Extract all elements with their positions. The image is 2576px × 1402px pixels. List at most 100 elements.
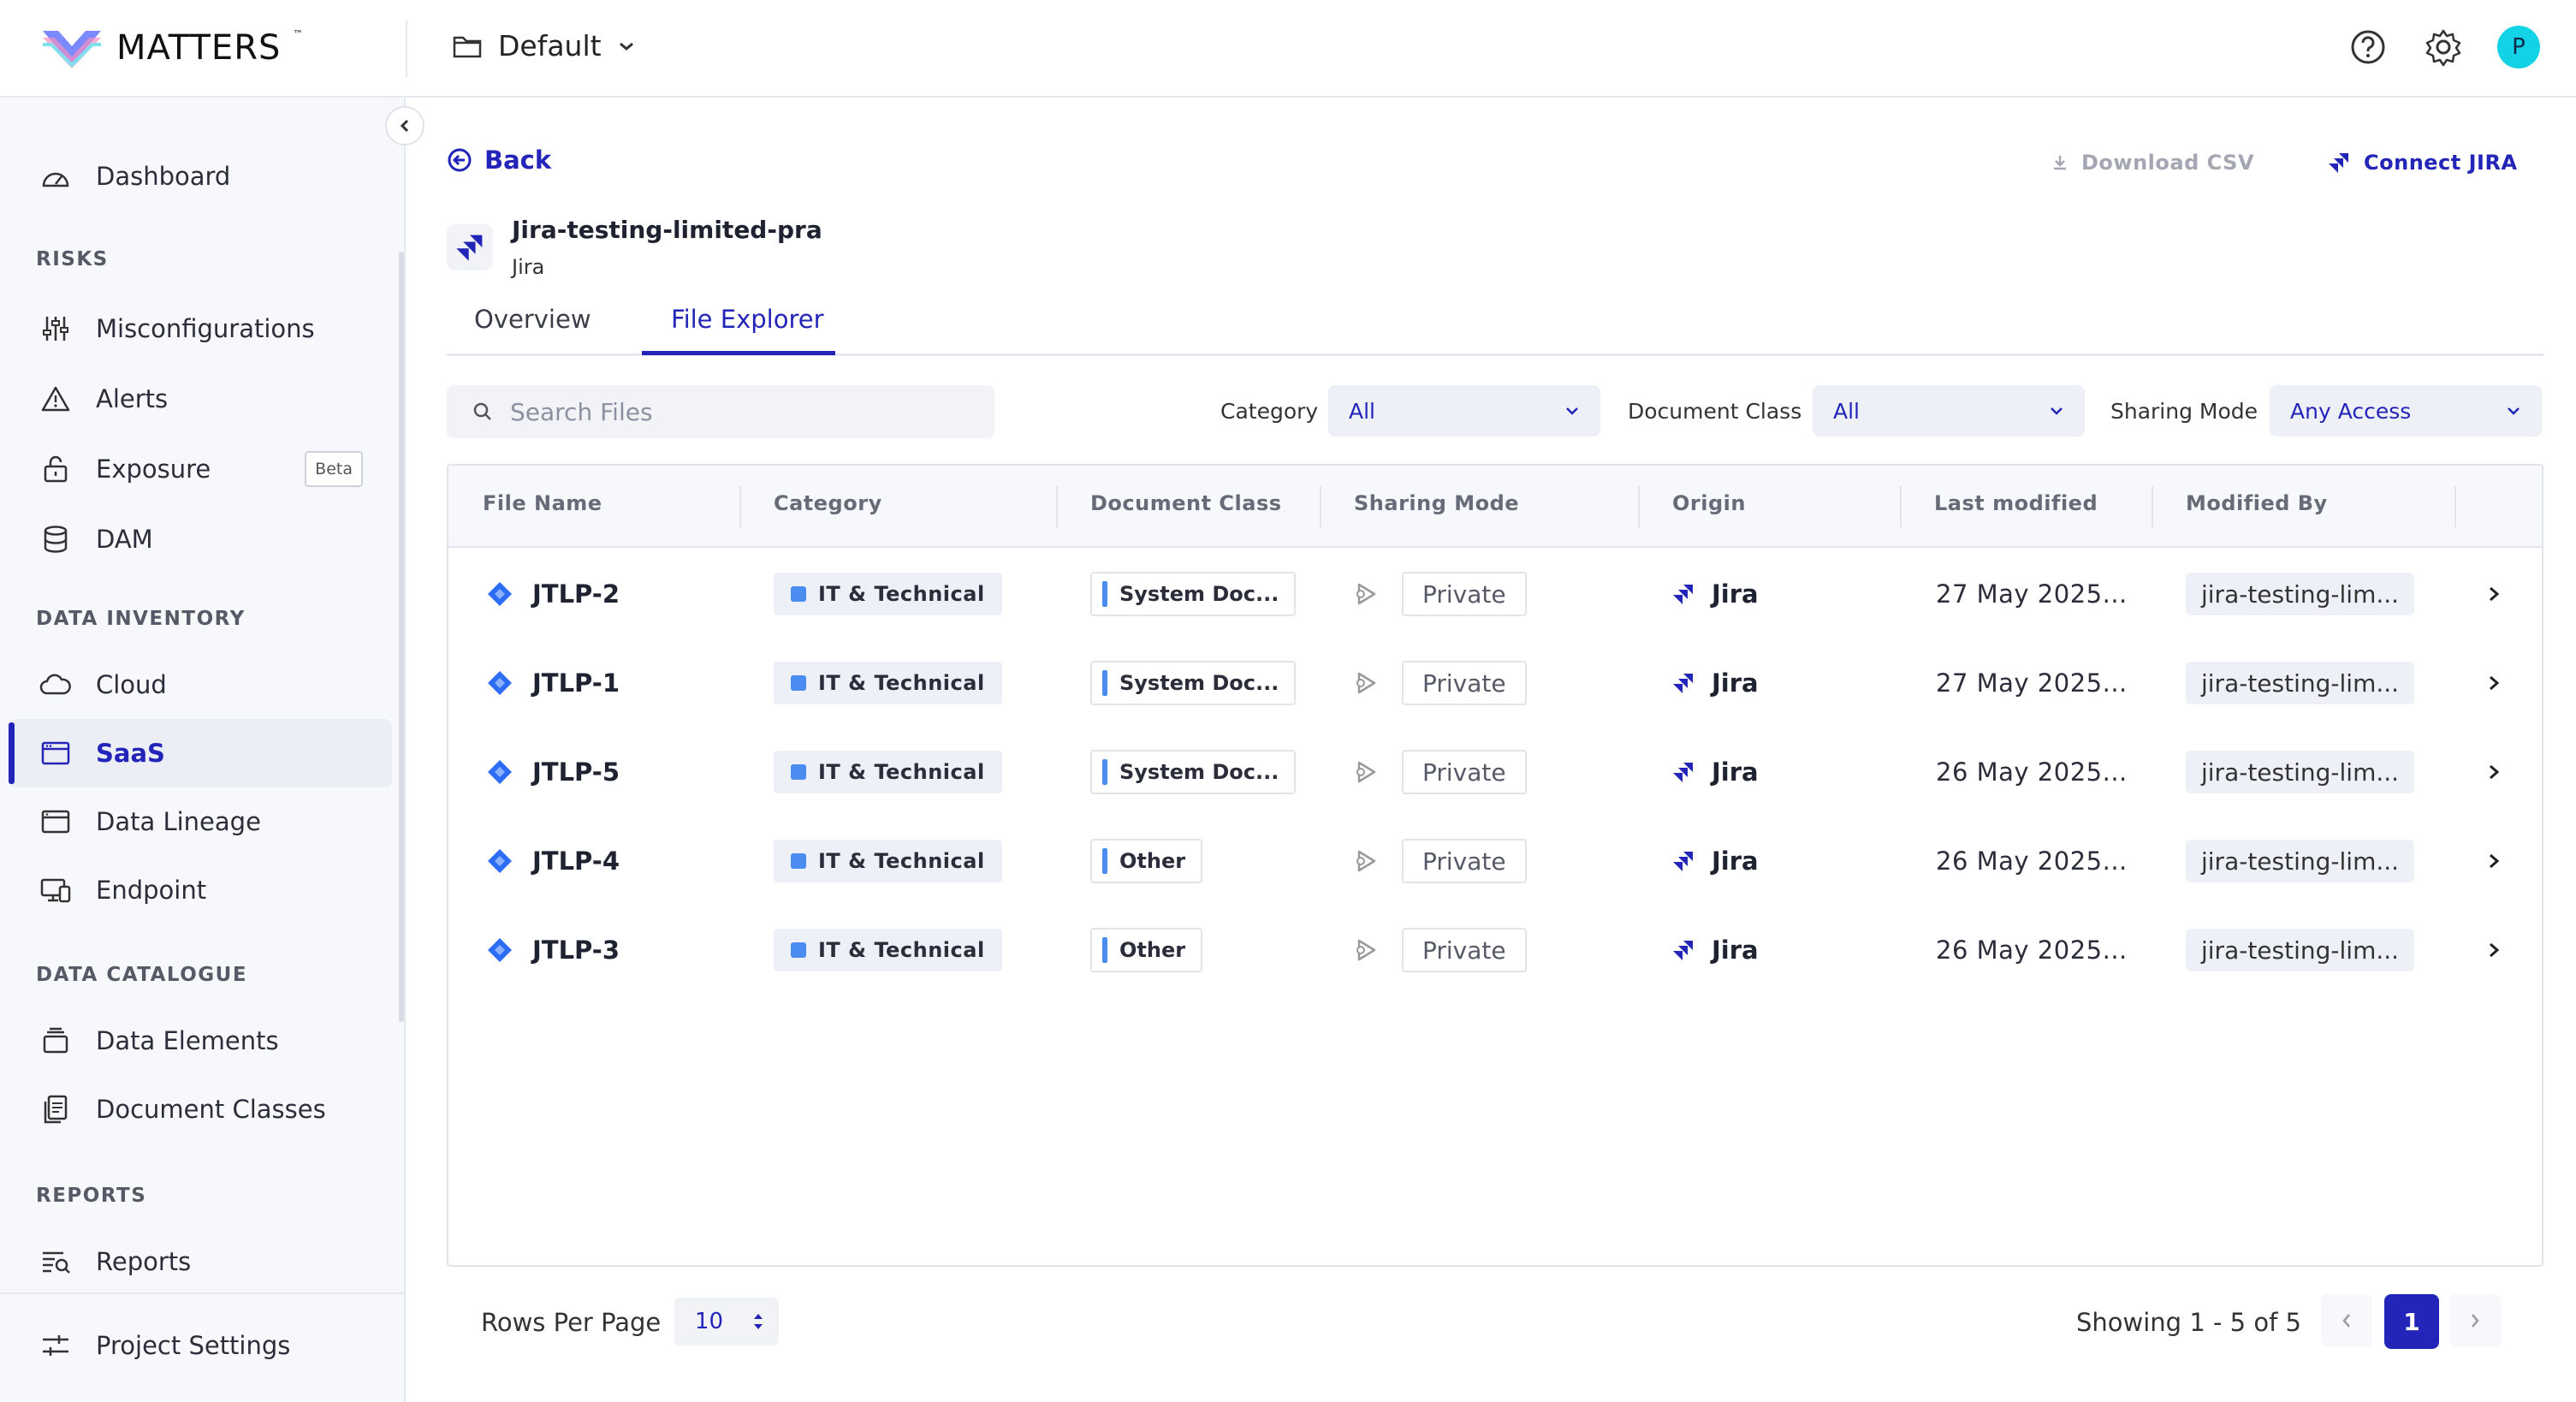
sidebar-item-data-elements[interactable]: Data Elements bbox=[9, 1007, 392, 1075]
sharing-mode-cell: Private bbox=[1354, 817, 1527, 906]
sidebar-item-cloud[interactable]: Cloud bbox=[9, 651, 392, 719]
back-button[interactable]: Back bbox=[447, 146, 551, 175]
sidebar-item-dashboard[interactable]: Dashboard bbox=[9, 142, 392, 211]
category-cell: IT & Technical bbox=[774, 906, 1002, 995]
row-expand-button[interactable] bbox=[2477, 666, 2511, 700]
page-number-button[interactable]: 1 bbox=[2384, 1294, 2439, 1349]
tab-file-explorer[interactable]: File Explorer bbox=[671, 305, 824, 334]
category-filter-select[interactable]: All bbox=[1328, 385, 1600, 437]
file-name[interactable]: JTLP-2 bbox=[532, 579, 620, 609]
origin-cell: Jira bbox=[1672, 639, 1759, 728]
sidebar-item-data-lineage[interactable]: Data Lineage bbox=[9, 787, 392, 856]
file-name[interactable]: JTLP-4 bbox=[532, 847, 620, 876]
row-expand-button[interactable] bbox=[2477, 933, 2511, 967]
connect-jira-button[interactable]: Connect JIRA bbox=[2328, 151, 2518, 175]
table-row[interactable]: JTLP-5 IT & Technical System Doc... Priv… bbox=[448, 728, 2542, 817]
document-class-label: System Doc... bbox=[1119, 671, 1279, 695]
modified-by-chip: jira-testing-lim... bbox=[2186, 573, 2415, 615]
sidebar: Dashboard RISKS Misconfigurations Alerts… bbox=[0, 98, 406, 1402]
download-label: Download CSV bbox=[2081, 151, 2255, 175]
chevron-right-icon bbox=[2490, 675, 2500, 691]
sidebar-item-label: Misconfigurations bbox=[96, 314, 315, 343]
chevron-left-icon bbox=[2342, 1314, 2350, 1328]
file-name[interactable]: JTLP-3 bbox=[532, 936, 620, 965]
category-color-dot bbox=[791, 675, 806, 691]
sidebar-item-misconfigurations[interactable]: Misconfigurations bbox=[9, 294, 392, 363]
sidebar-item-saas[interactable]: SaaS bbox=[9, 719, 392, 787]
table-row[interactable]: JTLP-2 IT & Technical System Doc... Priv… bbox=[448, 550, 2542, 639]
document-class-filter-select[interactable]: All bbox=[1813, 385, 2085, 437]
jira-icon bbox=[1673, 585, 1693, 604]
share-icon bbox=[1356, 672, 1376, 694]
column-header-document-class[interactable]: Document Class bbox=[1090, 491, 1282, 515]
row-expand-button[interactable] bbox=[2477, 577, 2511, 611]
search-input[interactable] bbox=[510, 397, 972, 426]
column-separator bbox=[1900, 486, 1902, 527]
sharing-mode-cell: Private bbox=[1354, 639, 1527, 728]
brand-logo[interactable]: MATTERS ™ bbox=[39, 26, 303, 70]
column-header-category[interactable]: Category bbox=[774, 491, 882, 515]
category-cell: IT & Technical bbox=[774, 728, 1002, 817]
row-expand-button[interactable] bbox=[2477, 755, 2511, 789]
row-expand-cell bbox=[2477, 817, 2511, 906]
jira-icon bbox=[2329, 153, 2348, 173]
category-color-dot bbox=[791, 853, 806, 869]
settings-button[interactable] bbox=[2422, 26, 2465, 68]
report-search-icon bbox=[39, 1245, 72, 1278]
next-page-button[interactable] bbox=[2449, 1294, 2501, 1347]
workspace-selector[interactable]: Default bbox=[452, 29, 636, 62]
origin-label: Jira bbox=[1712, 579, 1759, 609]
devices-icon bbox=[39, 874, 72, 906]
jira-icon bbox=[456, 235, 483, 261]
category-filter-label: Category bbox=[1220, 399, 1319, 424]
document-class-chip: Other bbox=[1090, 928, 1203, 972]
user-avatar[interactable]: P bbox=[2497, 26, 2540, 68]
sidebar-item-endpoint[interactable]: Endpoint bbox=[9, 856, 392, 924]
sidebar-item-project-settings[interactable]: Project Settings bbox=[9, 1311, 392, 1380]
search-box[interactable] bbox=[447, 385, 994, 438]
sidebar-item-alerts[interactable]: Alerts bbox=[9, 365, 392, 433]
modified-by-cell: jira-testing-lim... bbox=[2186, 906, 2415, 995]
sidebar-collapse-button[interactable] bbox=[385, 106, 424, 146]
column-header-last-modified[interactable]: Last modified bbox=[1934, 491, 2098, 515]
column-header-origin[interactable]: Origin bbox=[1672, 491, 1746, 515]
table-row[interactable]: JTLP-1 IT & Technical System Doc... Priv… bbox=[448, 639, 2542, 728]
previous-page-button[interactable] bbox=[2321, 1294, 2372, 1347]
origin-label: Jira bbox=[1712, 668, 1759, 698]
column-separator bbox=[2454, 486, 2456, 527]
column-separator bbox=[1638, 486, 1640, 527]
file-name-cell: JTLP-3 bbox=[486, 906, 620, 995]
sharing-mode-filter-value: Any Access bbox=[2290, 398, 2412, 424]
chevron-down-icon bbox=[1566, 407, 1578, 415]
sharing-mode-filter-select[interactable]: Any Access bbox=[2270, 385, 2542, 437]
rows-per-page-select[interactable]: 10 bbox=[674, 1298, 779, 1346]
sidebar-item-label: Document Classes bbox=[96, 1095, 326, 1124]
document-class-color-bar bbox=[1102, 848, 1107, 874]
column-header-sharing-mode[interactable]: Sharing Mode bbox=[1354, 491, 1519, 515]
sidebar-item-dam[interactable]: DAM bbox=[9, 505, 392, 573]
document-class-filter-label: Document Class bbox=[1628, 399, 1802, 424]
category-chip: IT & Technical bbox=[774, 751, 1002, 793]
column-header-file-name[interactable]: File Name bbox=[483, 491, 602, 515]
download-csv-button[interactable]: Download CSV bbox=[2051, 151, 2254, 175]
file-name[interactable]: JTLP-1 bbox=[532, 668, 620, 698]
row-expand-cell bbox=[2477, 550, 2511, 639]
table-row[interactable]: JTLP-3 IT & Technical Other Private Jira… bbox=[448, 906, 2542, 995]
last-modified-cell: 26 May 2025... bbox=[1936, 847, 2128, 876]
sidebar-item-exposure[interactable]: Exposure Beta bbox=[9, 435, 392, 503]
search-icon bbox=[473, 402, 491, 420]
jira-story-icon bbox=[488, 760, 512, 784]
file-name[interactable]: JTLP-5 bbox=[532, 757, 620, 787]
sidebar-item-document-classes[interactable]: Document Classes bbox=[9, 1075, 392, 1144]
section-label-reports: REPORTS bbox=[36, 1185, 147, 1207]
column-header-modified-by[interactable]: Modified By bbox=[2186, 491, 2328, 515]
sidebar-item-label: Project Settings bbox=[96, 1331, 291, 1360]
help-button[interactable] bbox=[2347, 26, 2389, 68]
sidebar-scrollbar[interactable] bbox=[399, 252, 404, 1022]
sidebar-item-reports[interactable]: Reports bbox=[9, 1227, 392, 1296]
arrow-left-circle-icon bbox=[448, 148, 472, 172]
tab-overview[interactable]: Overview bbox=[474, 305, 591, 334]
row-expand-button[interactable] bbox=[2477, 844, 2511, 878]
column-separator bbox=[2152, 486, 2153, 527]
table-row[interactable]: JTLP-4 IT & Technical Other Private Jira… bbox=[448, 817, 2542, 906]
